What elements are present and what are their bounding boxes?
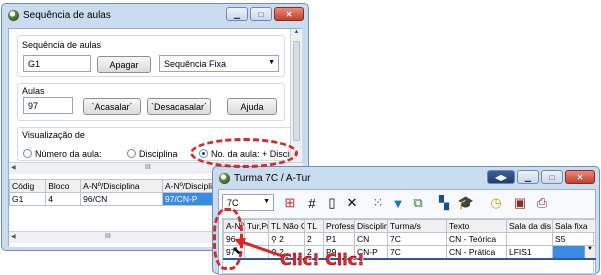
app-icon xyxy=(8,9,19,21)
table-cell[interactable]: 2 xyxy=(304,232,324,246)
maximize-icon[interactable]: □ xyxy=(250,7,272,21)
table-cell[interactable]: 96/CN xyxy=(80,192,163,206)
maximize-icon[interactable]: □ xyxy=(541,170,563,184)
table-cell[interactable]: CN - Teórica xyxy=(446,232,507,246)
scroll-left-icon[interactable]: ◀ xyxy=(11,233,16,240)
graduation-cap-icon[interactable]: 🎓 xyxy=(457,194,475,212)
layout-icon[interactable]: ▚ xyxy=(435,194,453,212)
col-header[interactable]: TL Não C xyxy=(268,219,305,233)
col-header[interactable]: Disciplin xyxy=(354,219,388,233)
title-bar[interactable]: Turma 7C / A-Tur ◀▶ ▁ □ ✕ xyxy=(213,167,599,189)
calendar-icon[interactable]: ▣ xyxy=(511,194,529,212)
scroll-left-icon[interactable]: ◀ xyxy=(11,164,16,171)
table-cell[interactable]: 4 xyxy=(45,192,82,206)
chevron-down-icon[interactable]: ▼ xyxy=(584,246,595,258)
acasalar-button[interactable]: `Acasalar´ xyxy=(83,98,141,115)
sequencia-group-label: Sequência de aulas xyxy=(22,40,102,50)
col-header[interactable]: TL xyxy=(304,219,324,233)
apagar-button[interactable]: Apagar xyxy=(97,56,151,73)
scroll-grip: III xyxy=(105,233,111,240)
col-header[interactable]: Profess xyxy=(323,219,355,233)
scroll-up-icon[interactable]: ▲ xyxy=(291,29,302,35)
table-cell[interactable]: LFIS1 xyxy=(506,245,553,260)
form-area: Sequência de aulas G1 Apagar Sequência F… xyxy=(9,29,299,161)
blank-page-icon[interactable]: ▯ xyxy=(323,194,341,212)
aulas-input[interactable]: 97 xyxy=(23,97,73,114)
col-header[interactable]: A-Nº/Disciplina xyxy=(80,179,163,193)
radio-numero-aula[interactable]: Número da aula: xyxy=(23,149,102,159)
window-title: Sequência de aulas xyxy=(23,9,111,21)
table-horizontal-scrollbar[interactable]: ◀ III xyxy=(9,231,217,243)
col-header[interactable]: Sala da dis xyxy=(506,219,553,233)
table-header-row: A-Nº Tur,Pr TL Não C TL Profess Discipli… xyxy=(223,219,596,233)
highlight-circle-radio xyxy=(190,138,298,168)
close-icon[interactable]: ✕ xyxy=(274,7,304,21)
copy-icon[interactable]: ⧉ xyxy=(409,194,427,212)
new-table-icon[interactable]: ⊞ xyxy=(281,194,299,212)
radio-disciplina[interactable]: Disciplina xyxy=(127,149,178,159)
minimize-icon[interactable]: ▁ xyxy=(226,7,248,21)
color-dots-icon[interactable]: ⁙ xyxy=(369,194,387,212)
table-cell[interactable]: P1 xyxy=(323,232,355,246)
aulas-label: Aulas xyxy=(22,86,45,96)
table-cell[interactable]: CN - Prática xyxy=(446,245,507,260)
vertical-scrollbar[interactable]: ▲ xyxy=(290,29,302,162)
table-cell[interactable]: 7C xyxy=(387,232,447,246)
clock-icon[interactable]: ◷ xyxy=(487,194,505,212)
table-cell[interactable]: CN xyxy=(354,232,388,246)
radio-icon xyxy=(23,149,32,158)
sequencia-type-select[interactable]: Sequência Fixa ▼ xyxy=(159,55,279,72)
scroll-grip: III xyxy=(145,164,151,171)
visualizacao-label: Visualização de xyxy=(22,130,85,140)
sequencia-type-value: Sequência Fixa xyxy=(164,59,227,69)
desacasalar-button[interactable]: `Desacasalar´ xyxy=(147,98,211,115)
table-cell-selected[interactable]: ▼ xyxy=(552,245,596,260)
class-select-value: 7C xyxy=(227,198,239,208)
radio-numero-label: Número da aula: xyxy=(35,149,102,159)
minimize-icon[interactable]: ▁ xyxy=(517,170,539,184)
table-cell[interactable]: S5 xyxy=(552,232,596,246)
scroll-thumb[interactable] xyxy=(293,41,300,141)
table-cell[interactable] xyxy=(506,232,553,246)
radio-disciplina-label: Disciplina xyxy=(139,149,178,159)
nav-arrows-icon[interactable]: ◀▶ xyxy=(487,170,515,184)
col-header[interactable]: Sala fixa xyxy=(552,219,596,233)
print-icon[interactable]: ⎙ xyxy=(533,194,551,212)
chevron-down-icon: ▼ xyxy=(263,198,270,205)
col-header[interactable]: Turma/s xyxy=(387,219,447,233)
delete-x-icon[interactable]: ✕ xyxy=(343,194,361,212)
app-icon xyxy=(219,172,230,184)
col-header[interactable]: Códig xyxy=(8,179,47,193)
ajuda-button[interactable]: Ajuda xyxy=(227,98,277,115)
mouse-cursor-icon: ⬉ xyxy=(232,245,242,257)
col-header[interactable]: Texto xyxy=(446,219,507,233)
title-bar[interactable]: Sequência de aulas ▁ □ ✕ xyxy=(2,4,308,26)
table-cell[interactable]: 7C xyxy=(387,245,447,260)
filter-icon[interactable]: ▼ xyxy=(389,194,407,212)
chevron-down-icon: ▼ xyxy=(268,59,275,66)
close-icon[interactable]: ✕ xyxy=(565,170,595,184)
radio-icon xyxy=(127,149,136,158)
sequencia-input[interactable]: G1 xyxy=(23,55,91,72)
table-cell[interactable]: G1 xyxy=(8,192,47,206)
clic-annotation: Clic! Clic! xyxy=(280,250,365,269)
col-header[interactable]: Bloco xyxy=(45,179,82,193)
col-header[interactable]: Tur,Pr xyxy=(244,219,269,233)
window-title: Turma 7C / A-Tur xyxy=(234,172,311,184)
grid-icon[interactable]: # xyxy=(303,194,321,212)
